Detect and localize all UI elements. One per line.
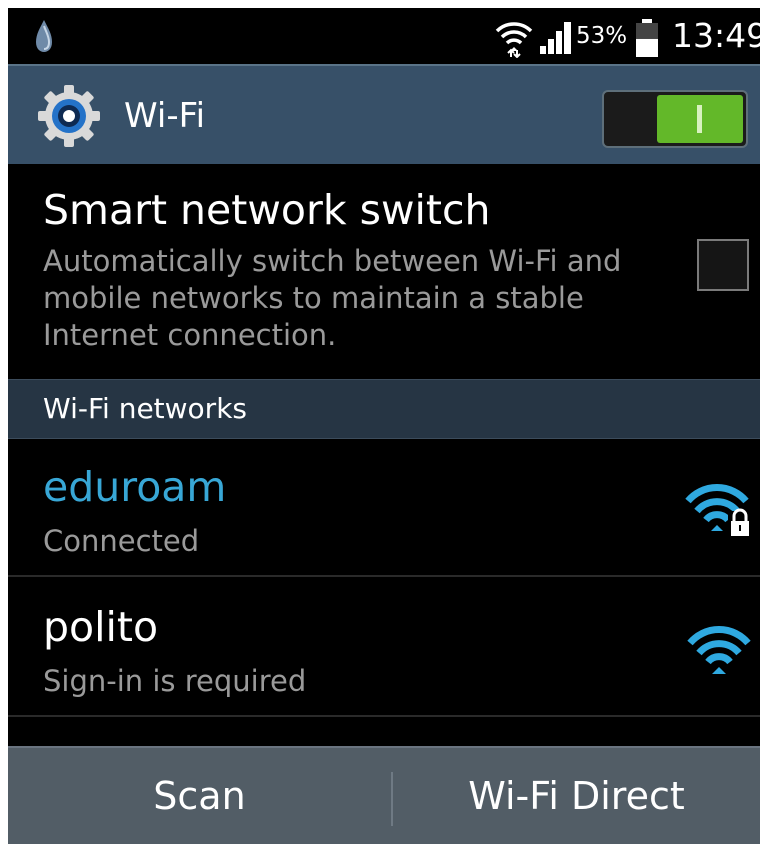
- wifi-transfer-icon: [495, 22, 533, 58]
- smart-switch-title: Smart network switch: [43, 186, 491, 234]
- toggle-knob-on: [657, 95, 743, 143]
- section-header: Wi-Fi networks: [8, 379, 760, 439]
- wifi-toggle[interactable]: [602, 90, 748, 148]
- toggle-on-mark: [697, 105, 702, 133]
- status-bar: 53% 13:49: [8, 8, 760, 64]
- network-ssid: polito: [43, 603, 159, 651]
- gear-icon[interactable]: [36, 83, 102, 149]
- wifi-lock-icon: [685, 484, 752, 537]
- battery-icon: [636, 19, 658, 57]
- network-ssid: eduroam: [43, 463, 227, 511]
- cell-signal-icon: [540, 22, 571, 54]
- network-status: Connected: [43, 524, 200, 558]
- network-item-polito[interactable]: polito Sign-in is required: [8, 579, 760, 717]
- scan-button[interactable]: Scan: [8, 748, 391, 844]
- wifi-direct-button[interactable]: Wi-Fi Direct: [393, 748, 760, 844]
- action-bar: Wi-Fi: [8, 64, 760, 164]
- network-status: Sign-in is required: [43, 664, 307, 698]
- wifi-icon: [687, 626, 751, 674]
- network-item-eduroam[interactable]: eduroam Connected: [8, 439, 760, 577]
- smart-switch-checkbox[interactable]: [697, 239, 749, 291]
- section-header-label: Wi-Fi networks: [43, 392, 247, 425]
- phone-screen: 53% 13:49 Wi-Fi Smart network switch Aut…: [8, 8, 760, 844]
- battery-percent: 53%: [576, 23, 628, 49]
- page-title: Wi-Fi: [124, 96, 206, 136]
- bottom-action-bar: Scan Wi-Fi Direct: [8, 746, 760, 844]
- clock: 13:49: [672, 16, 760, 55]
- smart-network-switch-row[interactable]: Smart network switch Automatically switc…: [8, 164, 760, 379]
- smart-switch-description: Automatically switch between Wi-Fi and m…: [43, 244, 622, 352]
- notification-drop-icon: [36, 20, 52, 52]
